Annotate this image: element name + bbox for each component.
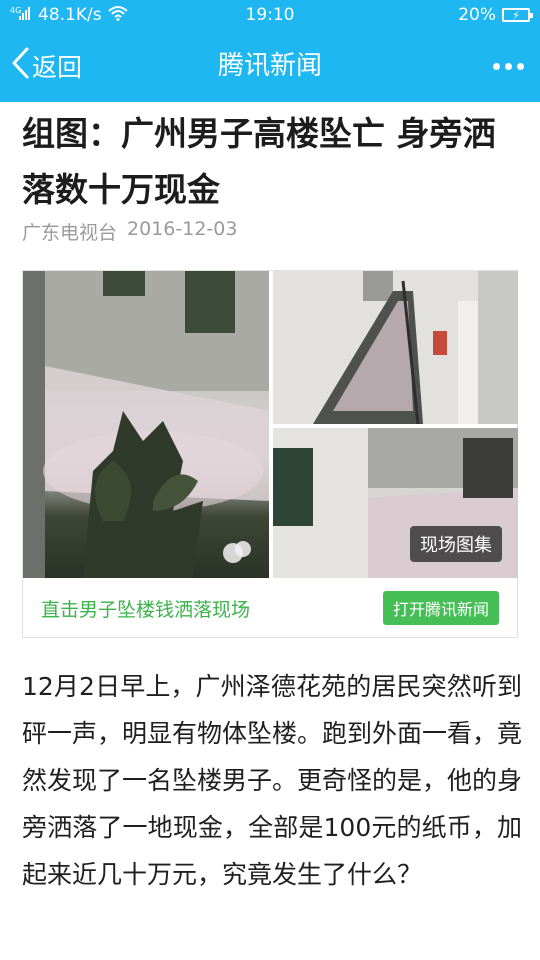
more-button[interactable] [488, 50, 528, 82]
gallery-card-bar: 直击男子坠楼钱洒落现场 打开腾讯新闻 [23, 578, 517, 638]
network-speed: 48.1K/s [38, 5, 102, 25]
svg-text:4G: 4G [10, 6, 21, 15]
nav-bar: 返回 腾讯新闻 [0, 30, 540, 102]
article-date: 2016-12-03 [127, 218, 238, 240]
gallery-photo-main[interactable] [23, 271, 269, 578]
article-source: 广东电视台 [22, 222, 118, 244]
wifi-icon [107, 5, 128, 26]
gallery-card[interactable]: 现场图集 直击男子坠楼钱洒落现场 打开腾讯新闻 [22, 270, 518, 638]
gallery-photo-stairs[interactable] [273, 271, 518, 424]
article-meta: 广东电视台 2016-12-03 [22, 218, 237, 245]
more-dots-icon [492, 62, 524, 70]
signal-icon: 4G [10, 5, 32, 26]
status-right: 20% ⚡ [458, 5, 533, 25]
open-app-button[interactable]: 打开腾讯新闻 [382, 591, 499, 625]
gallery-link[interactable]: 直击男子坠楼钱洒落现场 [41, 595, 250, 622]
article-headline: 组图：广州男子高楼坠亡 身旁洒落数十万现金 [22, 114, 496, 209]
nav-title: 腾讯新闻 [217, 51, 322, 81]
battery-charging-icon: ⚡ [502, 8, 533, 22]
article-body: 12月2日早上，广州泽德花苑的居民突然听到砰一声，明显有物体坠楼。跑到外面一看，… [22, 672, 523, 889]
status-bar: 4G 48.1K/s 19:10 20% ⚡ [0, 0, 540, 30]
battery-level: 20% [458, 5, 496, 25]
photo-gallery[interactable]: 现场图集 [23, 271, 518, 578]
gallery-badge[interactable]: 现场图集 [410, 526, 502, 562]
gallery-photo-corridor[interactable]: 现场图集 [273, 428, 518, 578]
status-left: 4G 48.1K/s [10, 5, 128, 26]
